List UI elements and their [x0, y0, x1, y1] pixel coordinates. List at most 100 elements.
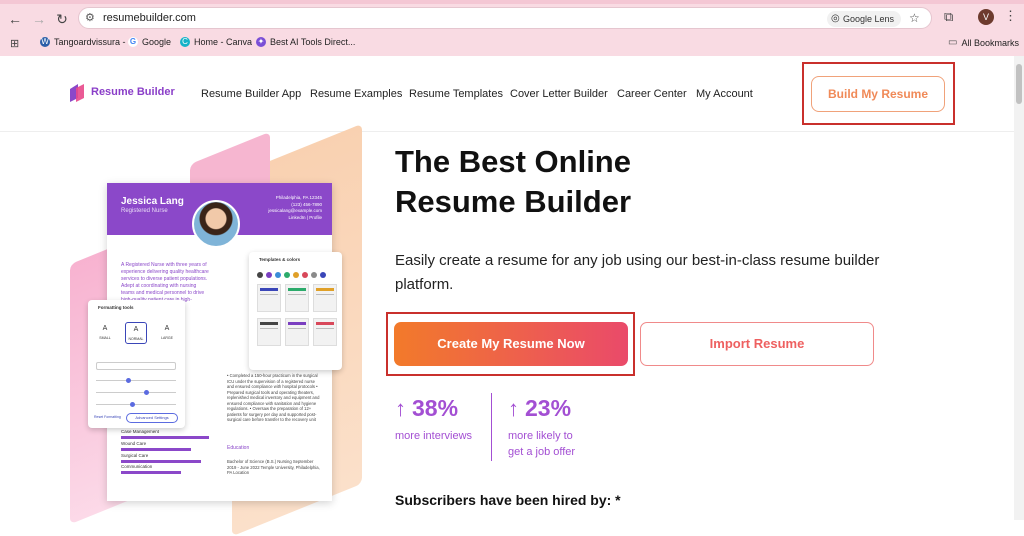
nav-my-account[interactable]: My Account: [696, 88, 753, 100]
hero-title: The Best Online Resume Builder: [395, 142, 631, 222]
build-my-resume-button[interactable]: Build My Resume: [811, 76, 945, 112]
stat-divider: [491, 393, 492, 461]
back-icon[interactable]: ←: [6, 10, 24, 28]
address-bar[interactable]: ⚙ resumebuilder.com ◎ Google Lens ☆: [78, 7, 932, 29]
contact-line: jessicalang@example.com: [268, 208, 322, 213]
bookmark-label: Best AI Tools Direct...: [270, 37, 356, 47]
color-swatch: [275, 272, 281, 278]
bookmarks-bar: ⊞ W Tangoardvissura - G Google C Home - …: [0, 33, 1024, 53]
size-label: NORMAL: [128, 337, 144, 341]
stat-interviews: ↑ 38%: [395, 395, 458, 422]
size-label: LARGE: [161, 336, 173, 340]
stat-value: 23%: [525, 395, 572, 421]
nav-resume-templates[interactable]: Resume Templates: [409, 88, 503, 100]
nav-resume-examples[interactable]: Resume Examples: [310, 88, 402, 100]
hero-subtitle: Easily create a resume for any job using…: [395, 252, 880, 293]
skill-bar: [121, 471, 181, 474]
apps-grid-icon[interactable]: ⊞: [10, 37, 19, 50]
color-swatch: [266, 272, 272, 278]
site-settings-icon[interactable]: ⚙: [85, 11, 95, 24]
all-bookmarks-label: All Bookmarks: [961, 37, 1019, 48]
size-small-option: A SMALL: [94, 322, 116, 344]
stat-label-line: more interviews: [395, 430, 473, 442]
stat-label-line: more likely to: [508, 430, 573, 442]
nav-cover-letter-builder[interactable]: Cover Letter Builder: [510, 88, 608, 100]
stat-label-line: get a job offer: [508, 446, 576, 458]
formatting-title: Formatting tools: [98, 305, 134, 310]
extensions-icon[interactable]: ⧉: [944, 9, 953, 25]
create-my-resume-now-button[interactable]: Create My Resume Now: [394, 322, 628, 366]
logo-text[interactable]: Resume Builder: [91, 86, 175, 98]
template-thumbnail: [313, 318, 337, 346]
resume-builder-logo-icon[interactable]: [68, 83, 86, 103]
bookmark-tangoardvissura[interactable]: W Tangoardvissura -: [40, 37, 126, 47]
google-lens-button[interactable]: ◎ Google Lens: [827, 11, 901, 27]
skill-label: Communication: [121, 464, 153, 469]
color-swatch: [257, 272, 263, 278]
template-thumbnail: [257, 284, 281, 312]
skill-bar: [121, 436, 209, 439]
education-text: Bachelor of Science (B.S.) Nursing Septe…: [227, 459, 320, 475]
skill-bar: [121, 460, 201, 463]
all-bookmarks[interactable]: ▭ All Bookmarks: [948, 37, 1019, 48]
template-thumbnail: [285, 284, 309, 312]
profile-avatar[interactable]: V: [978, 9, 994, 25]
color-swatch: [284, 272, 290, 278]
import-resume-button[interactable]: Import Resume: [640, 322, 874, 366]
contact-line: Philadelphia, PA 12345: [275, 195, 322, 200]
formatting-tools-panel: Formatting tools A SMALL A NORMAL A LARGE R…: [88, 300, 185, 428]
font-style-select: [96, 362, 176, 370]
color-swatch: [302, 272, 308, 278]
contact-line: LinkedIn | Profile: [288, 214, 322, 220]
browser-menu-icon[interactable]: ⋮: [1004, 8, 1017, 24]
url-text: resumebuilder.com: [103, 12, 196, 24]
page-scrollbar[interactable]: [1014, 56, 1024, 520]
skill-label: Case Management: [121, 429, 160, 434]
size-label: SMALL: [99, 336, 111, 340]
line-spacing-slider: [96, 402, 176, 407]
stat-job-offer-label: more likely to get a job offer: [508, 428, 575, 460]
color-swatch: [320, 272, 326, 278]
resume-contact: Philadelphia, PA 12345 (123) 456-7890 je…: [268, 195, 322, 221]
experience-bullets: • Completed a 150-hour practicum in the …: [227, 373, 320, 422]
nav-career-center[interactable]: Career Center: [617, 88, 687, 100]
skill-label: Wound Care: [121, 441, 147, 446]
subscribers-heading: Subscribers have been hired by: *: [395, 492, 621, 508]
stat-interviews-label: more interviews: [395, 428, 472, 444]
nav-resume-builder-app[interactable]: Resume Builder App: [201, 88, 301, 100]
size-normal-option: A NORMAL: [125, 322, 147, 344]
google-lens-label: Google Lens: [843, 14, 895, 24]
bookmark-google[interactable]: G Google: [128, 37, 171, 47]
folder-icon: ▭: [948, 37, 958, 48]
tab-strip: [0, 0, 1024, 4]
resume-photo: [192, 200, 240, 248]
scrollbar-thumb[interactable]: [1016, 64, 1022, 104]
google-icon: G: [128, 37, 138, 47]
resume-role: Registered Nurse: [121, 208, 168, 214]
templates-colors-panel: Templates & colors: [249, 252, 342, 370]
reset-formatting-label: Reset Formatting: [94, 415, 121, 419]
canva-icon: C: [180, 37, 190, 47]
advanced-settings-button: Advanced Settings: [126, 413, 178, 423]
color-swatch: [311, 272, 317, 278]
hero-title-line2: Resume Builder: [395, 184, 632, 219]
paragraph-spacing-slider: [96, 390, 176, 395]
browser-chrome: ← → ↻ ⚙ resumebuilder.com ◎ Google Lens …: [0, 0, 1024, 56]
bookmark-ai-tools[interactable]: ✦ Best AI Tools Direct...: [256, 37, 355, 47]
reload-icon[interactable]: ↻: [53, 10, 71, 28]
bookmark-label: Tangoardvissura -: [54, 37, 126, 47]
section-spacing-slider: [96, 378, 176, 383]
bookmark-label: Google: [142, 37, 172, 47]
arrow-up-icon: ↑: [508, 396, 519, 421]
template-thumbnail: [313, 284, 337, 312]
color-swatch: [293, 272, 299, 278]
skill-bar: [121, 448, 191, 451]
stat-value: 38%: [412, 395, 459, 421]
lens-icon: ◎: [831, 13, 840, 24]
ai-tools-icon: ✦: [256, 37, 266, 47]
bookmark-star-icon[interactable]: ☆: [909, 11, 920, 25]
template-thumbnail: [285, 318, 309, 346]
template-thumbnail: [257, 318, 281, 346]
forward-icon[interactable]: →: [30, 10, 48, 28]
bookmark-canva[interactable]: C Home - Canva: [180, 37, 252, 47]
